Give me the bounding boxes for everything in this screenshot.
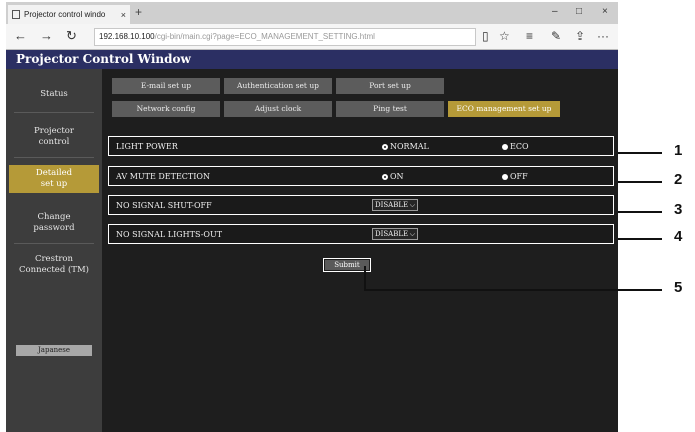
back-icon[interactable]: ← [14,28,27,43]
japanese-language-button[interactable]: Japanese [16,345,92,356]
sidebar-item-change-password[interactable]: Change password [6,212,102,234]
callout-number-5: 5 [674,279,683,296]
callout-number-4: 4 [674,228,683,245]
sidebar-item-projector-control[interactable]: Projector control [6,126,102,148]
radio-label: ON [390,172,404,181]
light-power-label: LIGHT POWER [116,142,178,151]
app-title: Projector Control Window [6,50,618,69]
no-signal-lightsout-select[interactable]: DISABLE ⌵ [372,228,418,240]
web-note-icon[interactable]: ✎ [551,29,561,43]
callout-number-2: 2 [674,171,683,188]
browser-tab-bar: Projector control windo × + – □ × [6,2,618,24]
reading-view-icon[interactable]: ▯ [482,29,489,43]
sidebar-divider [14,112,94,113]
av-mute-detection-label: AV MUTE DETECTION [116,172,210,181]
radio-unchecked-icon [502,173,508,180]
tab-authentication-setup[interactable]: Authentication set up [224,78,332,94]
callout-line-3 [618,211,662,213]
radio-label: NORMAL [390,142,429,151]
tab-eco-management-setup[interactable]: ECO management set up [448,101,560,117]
callout-line-5 [364,289,662,291]
light-power-row: LIGHT POWER NORMAL ECO [108,136,614,156]
radio-checked-icon [382,143,388,150]
no-signal-shutoff-select[interactable]: DISABLE ⌵ [372,199,418,211]
browser-window: Projector control windo × + – □ × ← → ↻ … [6,2,618,432]
radio-unchecked-icon [502,143,508,150]
url-path: /cgi-bin/main.cgi?page=ECO_MANAGEMENT_SE… [154,32,375,41]
av-mute-detection-row: AV MUTE DETECTION ON OFF [108,166,614,186]
no-signal-lightsout-row: NO SIGNAL LIGHTS-OUT DISABLE ⌵ [108,224,614,244]
callout-line-4 [618,238,662,240]
sidebar-item-status[interactable]: Status [6,89,102,100]
submit-label: Submit [325,260,369,270]
light-power-eco-radio[interactable]: ECO [502,142,529,151]
minimize-icon[interactable]: – [552,6,558,17]
url-host: 192.168.10.100 [99,32,155,41]
chevron-down-icon: ⌵ [409,230,415,238]
close-window-icon[interactable]: × [602,6,608,17]
tab-adjust-clock[interactable]: Adjust clock [224,101,332,117]
page-icon [12,10,20,19]
refresh-icon[interactable]: ↻ [66,28,77,44]
projector-control-app: Projector Control Window Status Projecto… [6,50,618,432]
chevron-down-icon: ⌵ [409,201,415,209]
callout-line-5-vertical [364,266,366,290]
no-signal-shutoff-label: NO SIGNAL SHUT-OFF [116,201,212,210]
select-value: DISABLE [375,230,409,238]
browser-tab-title: Projector control windo [24,10,106,19]
select-value: DISABLE [375,201,409,209]
maximize-icon[interactable]: □ [576,6,582,17]
new-tab-button[interactable]: + [135,5,142,19]
radio-label: OFF [510,172,528,181]
tab-network-config[interactable]: Network config [112,101,220,117]
tab-port-setup[interactable]: Port set up [336,78,444,94]
favorite-star-icon[interactable]: ☆ [499,29,510,43]
share-icon[interactable]: ⇪ [575,29,585,43]
forward-icon[interactable]: → [40,28,53,43]
callout-line-1 [618,152,662,154]
main-content: E-mail set up Authentication set up Port… [102,69,618,432]
tab-ping-test[interactable]: Ping test [336,101,444,117]
no-signal-shutoff-row: NO SIGNAL SHUT-OFF DISABLE ⌵ [108,195,614,215]
sidebar-item-crestron[interactable]: Crestron Connected (TM) [6,254,102,276]
av-mute-on-radio[interactable]: ON [382,172,404,181]
no-signal-lightsout-label: NO SIGNAL LIGHTS-OUT [116,230,223,239]
close-tab-icon[interactable]: × [121,10,126,20]
browser-tab[interactable]: Projector control windo × [8,5,130,24]
av-mute-off-radio[interactable]: OFF [502,172,528,181]
more-icon[interactable]: ··· [597,29,609,43]
callout-number-1: 1 [674,142,683,159]
url-input[interactable]: 192.168.10.100/cgi-bin/main.cgi?page=ECO… [94,28,476,46]
sidebar-divider [14,243,94,244]
hub-icon[interactable]: ≡ [526,29,533,43]
radio-label: ECO [510,142,529,151]
sidebar: Status Projector control Detailed set up… [6,69,102,432]
radio-checked-icon [382,173,388,180]
address-bar-area: ← → ↻ 192.168.10.100/cgi-bin/main.cgi?pa… [6,24,618,50]
callout-line-2 [618,181,662,183]
tab-email-setup[interactable]: E-mail set up [112,78,220,94]
sidebar-item-detailed-setup[interactable]: Detailed set up [9,165,99,193]
sidebar-divider [14,157,94,158]
callout-number-3: 3 [674,201,683,218]
light-power-normal-radio[interactable]: NORMAL [382,142,429,151]
